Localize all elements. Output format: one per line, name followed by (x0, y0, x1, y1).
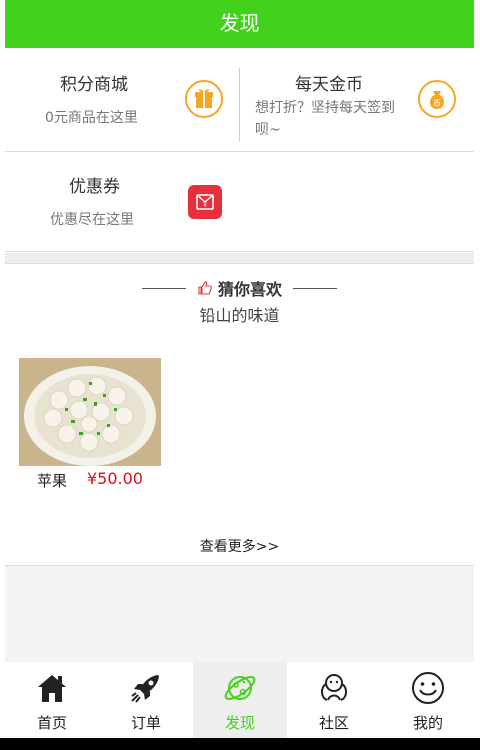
daily-coins-title: 每天金币 (295, 75, 363, 95)
daily-coins-subtitle: 想打折？坚持每天签到呗~ (255, 100, 395, 138)
svg-text:¥: ¥ (203, 202, 207, 209)
coupons-title: 优惠券 (69, 177, 120, 197)
tab-community[interactable]: 社区 (287, 662, 381, 738)
red-envelope-icon: ¥ (188, 185, 222, 219)
tab-orders[interactable]: 订单 (99, 662, 193, 738)
points-mall-subtitle: 0元商品在这里 (45, 110, 138, 126)
page-title: 发现 (219, 11, 260, 35)
recommend-subtitle: 铅山的味道 (199, 306, 280, 325)
tab-label: 首页 (36, 714, 67, 732)
smiley-icon (412, 672, 444, 704)
tab-label: 我的 (412, 714, 443, 732)
divider-line-left (141, 287, 186, 289)
daily-coins-card[interactable]: 每天金币 想打折？坚持每天签到呗~ 币 (240, 48, 474, 151)
gift-icon (185, 80, 223, 118)
points-mall-title: 积分商城 (60, 75, 128, 95)
app-frame: 发现 积分商城 0元商品在这里 每天金币 想打折？坚持每天签到呗~ 币 优惠券 … (5, 0, 474, 750)
feature-row-2: 优惠券 优惠尽在这里 ¥ (5, 152, 474, 252)
coupons-subtitle: 优惠尽在这里 (50, 212, 134, 228)
home-icon (38, 675, 66, 702)
product-price: ¥50.00 (87, 469, 143, 488)
community-icon (321, 674, 347, 701)
tab-profile[interactable]: 我的 (381, 662, 475, 738)
tab-label: 发现 (224, 714, 255, 732)
bottom-tabbar: 首页 订单 发现 社区 我的 (5, 662, 474, 738)
svg-text:币: 币 (433, 99, 441, 108)
tab-discover[interactable]: 发现 (193, 662, 287, 738)
points-mall-card[interactable]: 积分商城 0元商品在这里 (5, 48, 239, 151)
system-bottom-bar (0, 738, 480, 750)
tab-label: 社区 (318, 714, 349, 732)
view-more-link[interactable]: 查看更多>> (5, 536, 474, 556)
tab-home[interactable]: 首页 (5, 662, 99, 738)
divider-line-right (293, 287, 338, 289)
rocket-icon (131, 675, 159, 703)
coin-bag-icon: 币 (418, 80, 456, 118)
page-header: 发现 (5, 0, 474, 48)
product-name: 苹果 (37, 472, 68, 490)
thumbs-up-icon (198, 281, 212, 295)
product-image[interactable] (19, 358, 161, 466)
section-gap (5, 253, 474, 264)
tab-label: 订单 (130, 714, 161, 732)
recommend-title: 猜你喜欢 (218, 280, 283, 299)
feature-row-1: 积分商城 0元商品在这里 每天金币 想打折？坚持每天签到呗~ 币 (5, 48, 474, 152)
recommend-header: 猜你喜欢 (5, 276, 474, 300)
planet-icon (224, 676, 256, 700)
empty-area (5, 566, 474, 662)
coupons-card[interactable]: 优惠券 优惠尽在这里 ¥ (5, 152, 239, 251)
product-card[interactable]: 苹果 ¥50.00 (19, 358, 161, 490)
